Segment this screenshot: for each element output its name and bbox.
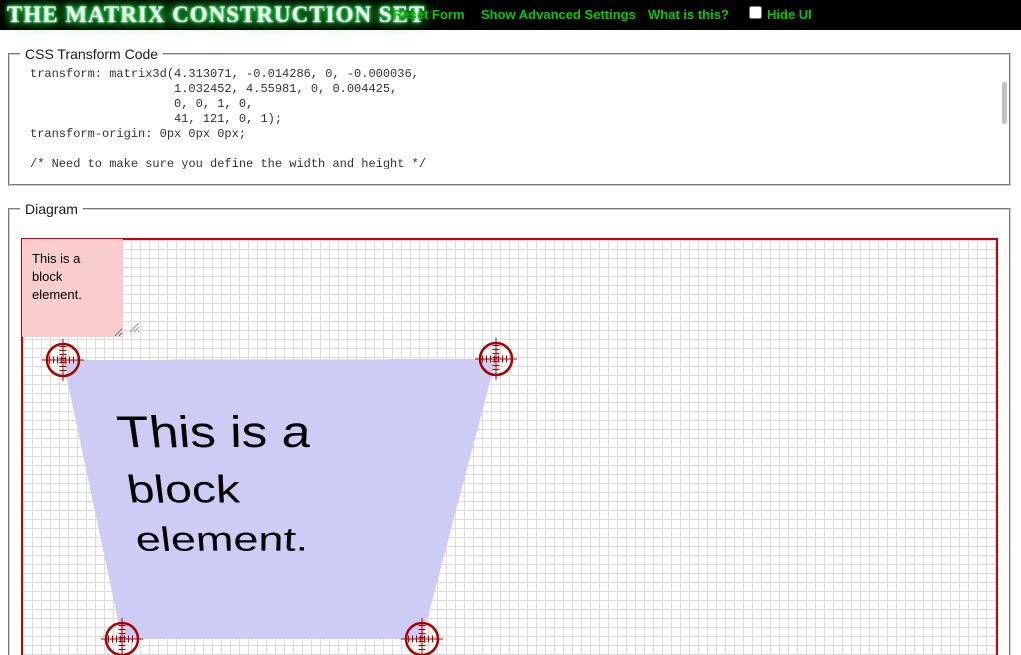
diagram-panel: Diagram This is a block element. This is… <box>8 201 1011 655</box>
transformed-element: This is a block element. <box>63 359 496 639</box>
what-is-this-link[interactable]: What is this? <box>648 0 729 30</box>
header: THE MATRIX CONSTRUCTION SET Reset Form S… <box>0 0 1021 30</box>
diagram-legend: Diagram <box>20 201 83 217</box>
css-transform-code-panel: CSS Transform Code transform: matrix3d(4… <box>8 46 1011 186</box>
app-title: THE MATRIX CONSTRUCTION SET <box>5 1 439 29</box>
control-point-top-right[interactable] <box>474 337 518 381</box>
hide-ui-control[interactable]: Hide UI <box>749 0 812 30</box>
css-transform-code-legend: CSS Transform Code <box>20 46 163 62</box>
control-point-bottom-left[interactable] <box>100 617 144 655</box>
css-code-output[interactable]: transform: matrix3d(4.313071, -0.014286,… <box>30 67 980 169</box>
code-scrollbar-thumb[interactable] <box>1002 82 1007 124</box>
hide-ui-checkbox[interactable] <box>749 6 762 19</box>
control-point-bottom-right[interactable] <box>400 617 444 655</box>
source-element[interactable]: This is a block element. <box>22 239 123 337</box>
hide-ui-label: Hide UI <box>767 0 812 30</box>
diagram-stage: This is a block element. This is a block… <box>21 238 998 655</box>
show-advanced-settings-link[interactable]: Show Advanced Settings <box>481 0 636 30</box>
resize-grip-icon[interactable] <box>129 322 140 333</box>
control-point-top-left[interactable] <box>41 338 85 382</box>
reset-form-link[interactable]: Reset Form <box>393 0 465 30</box>
